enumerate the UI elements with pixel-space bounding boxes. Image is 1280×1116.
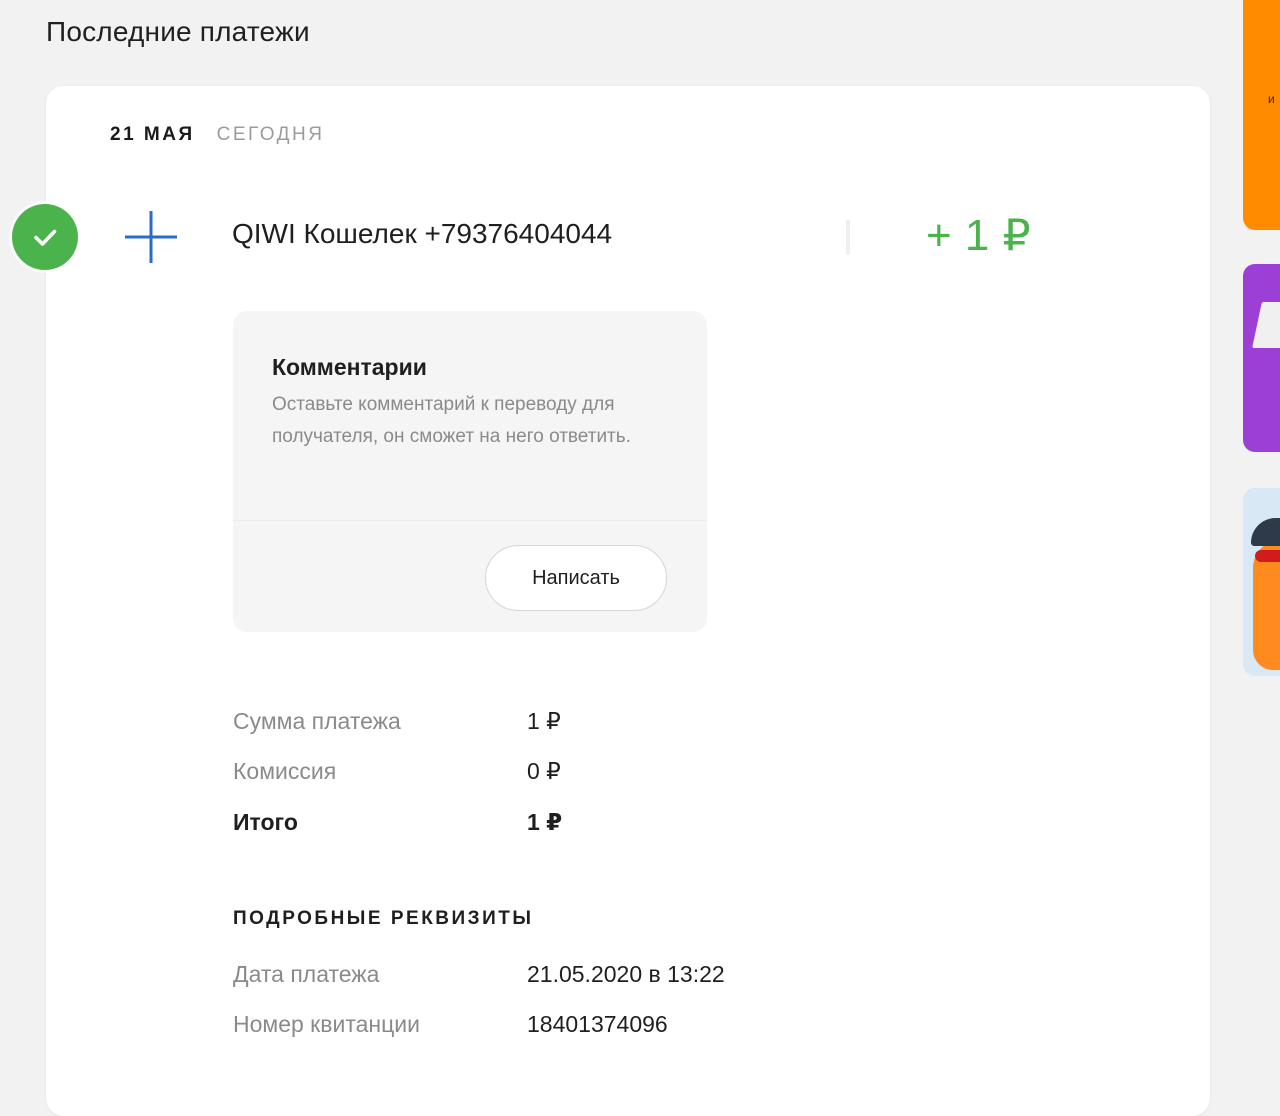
- mascot-hat: [1251, 518, 1280, 546]
- detail-row-date: Дата платежа 21.05.2020 в 13:22: [233, 961, 725, 988]
- detail-value: 18401374096: [527, 1011, 668, 1037]
- summary-value: 1 ₽: [527, 708, 561, 734]
- summary-row-total: Итого 1 ₽: [233, 809, 562, 836]
- promo-banner-image: [1252, 302, 1280, 348]
- detail-label: Дата платежа: [233, 961, 380, 987]
- mascot-glasses: [1255, 550, 1280, 562]
- payment-amount: + 1 ₽: [926, 211, 1032, 260]
- detail-value: 21.05.2020 в 13:22: [527, 961, 725, 987]
- comments-hint-text: Оставьте комментарий к переводу для полу…: [272, 394, 631, 447]
- success-check-icon: [12, 204, 78, 270]
- faint-separator: [846, 220, 850, 254]
- payee-name[interactable]: QIWI Кошелек +79376404044: [232, 218, 612, 250]
- payment-relative-date: сегодня: [216, 124, 325, 145]
- summary-row-commission: Комиссия 0 ₽: [233, 758, 561, 785]
- promo-banner-mascot[interactable]: [1243, 488, 1280, 676]
- write-comment-button[interactable]: Написать: [485, 545, 667, 611]
- summary-label: Сумма платежа: [233, 708, 401, 734]
- promo-banner-letter: и: [1268, 92, 1275, 106]
- promo-banner-purple[interactable]: [1243, 264, 1280, 452]
- incoming-transfer-plus-icon: [124, 210, 178, 264]
- summary-row-amount: Сумма платежа 1 ₽: [233, 708, 561, 735]
- section-title: Последние платежи: [46, 16, 310, 47]
- payment-date-line: 21 мая сегодня: [110, 124, 324, 146]
- comments-divider: [233, 520, 707, 521]
- detail-row-receipt: Номер квитанции 18401374096: [233, 1011, 668, 1038]
- summary-label: Комиссия: [233, 758, 337, 784]
- comments-title: Комментарии: [272, 354, 427, 380]
- details-title: Подробные реквизиты: [233, 908, 534, 929]
- comments-panel: Комментарии Оставьте комментарий к перев…: [233, 311, 707, 632]
- detail-label: Номер квитанции: [233, 1011, 420, 1037]
- summary-value: 0 ₽: [527, 758, 561, 784]
- promo-banner-orange[interactable]: и: [1243, 0, 1280, 230]
- summary-value: 1 ₽: [527, 809, 563, 835]
- payment-date: 21 мая: [110, 124, 195, 145]
- summary-label: Итого: [233, 809, 298, 835]
